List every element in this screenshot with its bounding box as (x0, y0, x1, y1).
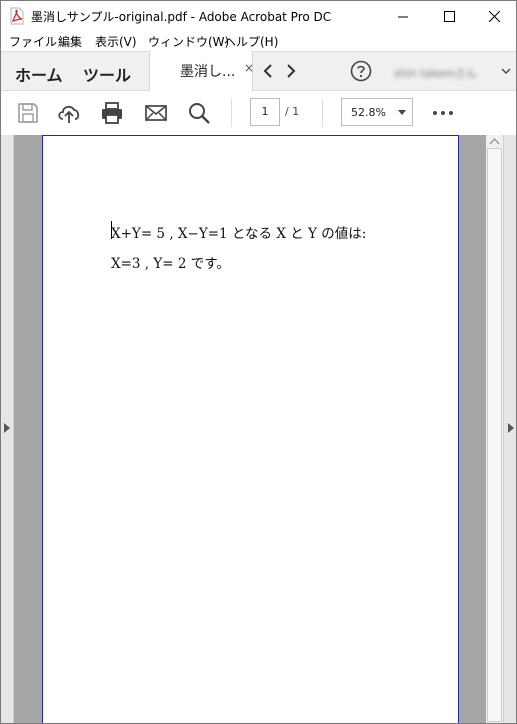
minimize-button[interactable] (380, 1, 426, 31)
chevron-right-icon[interactable] (283, 62, 299, 80)
help-icon[interactable] (350, 60, 372, 82)
close-button[interactable] (471, 1, 516, 31)
expand-right-icon (4, 423, 10, 433)
zoom-value: 52.8% (351, 106, 386, 119)
tab-document[interactable]: 墨消し... × (149, 51, 254, 91)
page-total-label: / 1 (285, 105, 300, 118)
menu-edit[interactable]: 編集 (58, 33, 82, 50)
right-panel-toggle[interactable] (503, 135, 516, 723)
scrollbar-thumb[interactable] (487, 148, 502, 722)
document-text-line: X+Y= 5 , X−Y=1 となる X と Y の値は: (111, 226, 367, 242)
scroll-up-arrow-icon[interactable] (489, 137, 500, 145)
chevron-down-icon[interactable] (500, 65, 512, 77)
tab-close-button[interactable]: × (244, 61, 254, 75)
tab-home[interactable]: ホーム (15, 62, 63, 86)
toolbar-divider (231, 99, 232, 127)
pdf-page[interactable]: X+Y= 5 , X−Y=1 となる X と Y の値は: X=3 , Y= 2… (42, 135, 459, 723)
menu-view[interactable]: 表示(V) (95, 33, 137, 50)
toolbar-divider (322, 99, 323, 127)
tab-bar: ホーム ツール 墨消し... × shin takemさん (1, 51, 516, 91)
menu-file[interactable]: ファイル (9, 33, 57, 50)
expand-right-icon (508, 423, 514, 433)
close-icon (488, 10, 500, 22)
chevron-left-icon[interactable] (260, 62, 276, 80)
title-bar: 墨消しサンプル-original.pdf - Adobe Acrobat Pro… (1, 1, 516, 31)
tab-tools[interactable]: ツール (83, 62, 131, 86)
tab-document-label: 墨消し... (180, 64, 236, 80)
print-icon[interactable] (99, 100, 125, 126)
search-icon[interactable] (186, 100, 212, 126)
minimize-icon (397, 16, 408, 17)
dropdown-arrow-icon (398, 110, 406, 115)
cloud-upload-icon[interactable] (56, 100, 82, 126)
document-text-line: X=3 , Y= 2 です。 (111, 256, 230, 272)
user-account-name[interactable]: shin takemさん (394, 65, 477, 81)
left-panel-toggle[interactable] (1, 135, 14, 723)
maximize-button[interactable] (426, 1, 472, 31)
more-options-icon[interactable] (430, 100, 456, 126)
acrobat-window: 墨消しサンプル-original.pdf - Adobe Acrobat Pro… (0, 0, 517, 724)
document-viewer: X+Y= 5 , X−Y=1 となる X と Y の値は: X=3 , Y= 2… (1, 135, 516, 723)
vertical-scrollbar[interactable] (486, 135, 503, 723)
zoom-dropdown[interactable]: 52.8% (341, 98, 413, 126)
maximize-icon (443, 10, 455, 22)
menu-window[interactable]: ウィンドウ(W) (148, 33, 229, 50)
page-number-input[interactable]: 1 (250, 98, 280, 126)
pdf-file-icon (10, 7, 24, 25)
menu-bar: ファイル 編集 表示(V) ウィンドウ(W) ヘルプ(H) (1, 31, 516, 51)
menu-help[interactable]: ヘルプ(H) (224, 33, 278, 50)
window-title: 墨消しサンプル-original.pdf - Adobe Acrobat Pro… (31, 10, 332, 24)
save-icon[interactable] (15, 100, 41, 126)
toolbar: 1 / 1 52.8% (1, 91, 516, 135)
email-icon[interactable] (143, 100, 169, 126)
